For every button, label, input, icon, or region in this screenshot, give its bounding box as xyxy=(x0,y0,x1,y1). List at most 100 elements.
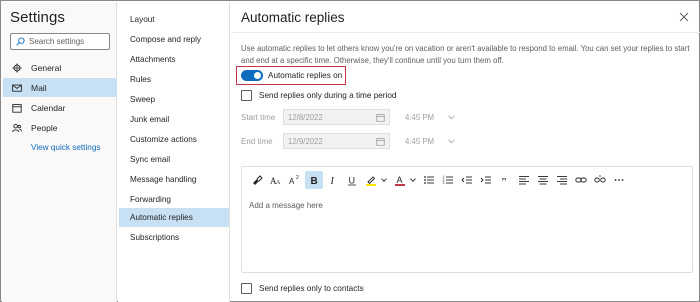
menu-item-message-handling[interactable]: Message handling xyxy=(119,170,229,189)
remove-link-button[interactable] xyxy=(591,171,609,189)
increase-indent-icon xyxy=(480,176,491,184)
svg-text:I: I xyxy=(330,176,335,186)
chevron-down-icon xyxy=(448,138,455,143)
svg-text:2: 2 xyxy=(296,175,299,181)
svg-text:3: 3 xyxy=(443,181,445,185)
start-time-row: Start time 12/8/2022 4:45 PM xyxy=(241,108,455,126)
nav-item-general[interactable]: General xyxy=(3,58,117,77)
nav-label-calendar: Calendar xyxy=(31,102,66,113)
align-center-icon xyxy=(538,176,548,185)
menu-item-sweep[interactable]: Sweep xyxy=(119,90,229,109)
menu-item-junk-email[interactable]: Junk email xyxy=(119,110,229,129)
menu-item-rules[interactable]: Rules xyxy=(119,70,229,89)
start-date-picker[interactable]: 12/8/2022 xyxy=(283,109,390,125)
gear-icon xyxy=(12,63,22,72)
superscript-button[interactable]: A2 xyxy=(286,171,304,189)
end-date-value: 12/9/2022 xyxy=(288,136,323,146)
nav-item-people[interactable]: People xyxy=(3,118,117,137)
panel-title: Automatic replies xyxy=(241,10,345,25)
svg-text:A: A xyxy=(276,180,281,186)
end-date-picker[interactable]: 12/9/2022 xyxy=(283,133,390,149)
start-time-value: 4:45 PM xyxy=(405,112,435,122)
start-date-value: 12/8/2022 xyxy=(288,112,323,122)
font-size-icon: AA xyxy=(270,176,281,186)
close-icon[interactable] xyxy=(678,11,690,23)
nav-label-people: People xyxy=(31,122,58,133)
nav-label-general: General xyxy=(31,62,62,73)
automatic-replies-toggle[interactable] xyxy=(241,70,263,81)
numbered-list-icon: 123 xyxy=(443,175,453,185)
menu-item-automatic-replies[interactable]: Automatic replies xyxy=(119,208,229,227)
automatic-replies-panel: Automatic replies Use automatic replies … xyxy=(231,2,700,302)
message-placeholder: Add a message here xyxy=(249,201,323,210)
search-placeholder: Search settings xyxy=(29,37,85,46)
italic-icon: I xyxy=(330,176,335,186)
calendar-icon xyxy=(376,113,385,122)
quote-icon: " xyxy=(501,176,507,186)
chevron-down-icon xyxy=(381,178,387,182)
menu-item-subscriptions[interactable]: Subscriptions xyxy=(119,228,229,247)
align-left-button[interactable] xyxy=(515,171,533,189)
svg-text:U: U xyxy=(349,176,356,186)
calendar-icon xyxy=(12,103,22,113)
svg-text:A: A xyxy=(397,175,403,185)
automatic-replies-toggle-row[interactable]: Automatic replies on xyxy=(236,66,346,85)
svg-text:B: B xyxy=(311,176,318,186)
bold-button[interactable]: B xyxy=(305,171,323,189)
numbering-button[interactable]: 123 xyxy=(439,171,457,189)
contacts-only-label: Send replies only to contacts xyxy=(259,284,364,293)
underline-icon: U xyxy=(348,176,356,186)
time-period-checkbox[interactable] xyxy=(241,90,252,101)
bullets-button[interactable] xyxy=(420,171,438,189)
underline-button[interactable]: U xyxy=(343,171,361,189)
search-icon xyxy=(16,37,25,46)
bold-icon: B xyxy=(311,176,318,186)
search-settings-input[interactable]: Search settings xyxy=(10,33,110,50)
font-size-button[interactable]: AA xyxy=(267,171,285,189)
time-period-option[interactable]: Send replies only during a time period xyxy=(241,90,396,101)
italic-button[interactable]: I xyxy=(324,171,342,189)
format-painter-button[interactable] xyxy=(248,171,266,189)
nav-item-mail[interactable]: Mail xyxy=(3,78,117,97)
quote-button[interactable]: " xyxy=(496,171,514,189)
contacts-only-checkbox[interactable] xyxy=(241,283,252,294)
menu-item-layout[interactable]: Layout xyxy=(119,10,229,29)
increase-indent-button[interactable] xyxy=(477,171,495,189)
more-icon xyxy=(614,179,624,181)
align-right-button[interactable] xyxy=(553,171,571,189)
start-time-label: Start time xyxy=(241,112,276,122)
align-left-icon xyxy=(519,176,529,185)
font-color-dropdown[interactable] xyxy=(410,171,416,189)
decrease-indent-button[interactable] xyxy=(458,171,476,189)
mail-icon xyxy=(12,84,22,92)
font-color-button[interactable]: A xyxy=(391,171,409,189)
unlink-icon xyxy=(594,175,606,183)
align-center-button[interactable] xyxy=(534,171,552,189)
message-editor[interactable]: AA A2 B I U A 123 " Add a message here xyxy=(241,166,693,273)
settings-left-pane: Settings Search settings General Mail Ca… xyxy=(2,2,117,302)
highlight-button[interactable] xyxy=(362,171,380,189)
start-time-dropdown[interactable]: 4:45 PM xyxy=(405,113,455,122)
nav-item-calendar[interactable]: Calendar xyxy=(3,98,117,117)
settings-window: Settings Search settings General Mail Ca… xyxy=(0,0,700,302)
highlight-dropdown[interactable] xyxy=(381,171,387,189)
end-time-value: 4:45 PM xyxy=(405,136,435,146)
formatting-toolbar: AA A2 B I U A 123 " xyxy=(242,167,692,193)
menu-item-attachments[interactable]: Attachments xyxy=(119,50,229,69)
more-options-button[interactable] xyxy=(610,171,628,189)
menu-item-compose-and-reply[interactable]: Compose and reply xyxy=(119,30,229,49)
link-icon xyxy=(575,177,587,183)
end-time-dropdown[interactable]: 4:45 PM xyxy=(405,137,455,146)
menu-item-forwarding[interactable]: Forwarding xyxy=(119,190,229,209)
time-period-label: Send replies only during a time period xyxy=(259,91,397,100)
menu-item-customize-actions[interactable]: Customize actions xyxy=(119,130,229,149)
decrease-indent-icon xyxy=(461,176,472,184)
chevron-down-icon xyxy=(448,114,455,119)
contacts-only-option[interactable]: Send replies only to contacts xyxy=(241,283,364,294)
view-quick-settings-link[interactable]: View quick settings xyxy=(31,143,100,152)
title-divider xyxy=(231,32,700,33)
insert-link-button[interactable] xyxy=(572,171,590,189)
calendar-icon xyxy=(376,137,385,146)
end-time-row: End time 12/9/2022 4:45 PM xyxy=(241,132,455,150)
menu-item-sync-email[interactable]: Sync email xyxy=(119,150,229,169)
